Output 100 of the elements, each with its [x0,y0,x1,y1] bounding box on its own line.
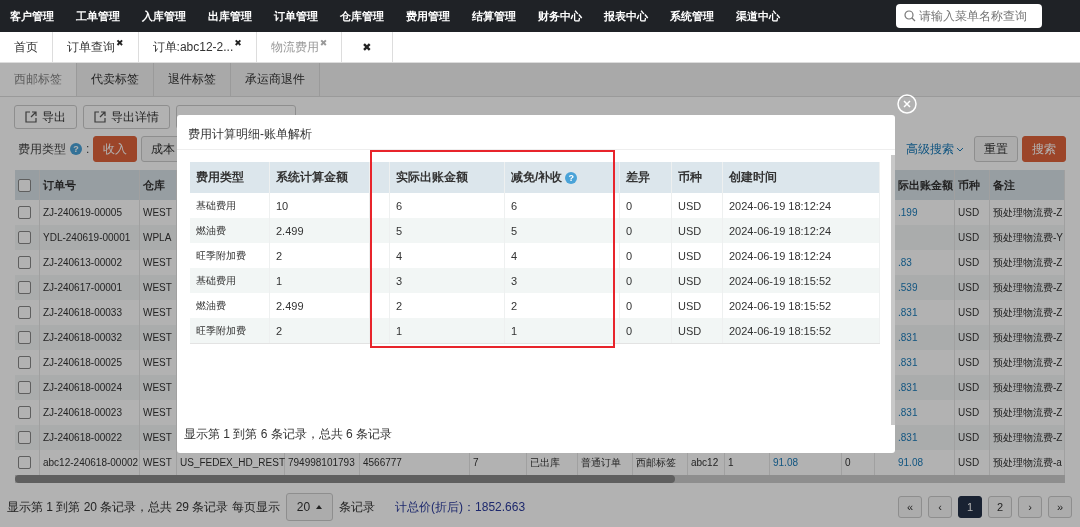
page-tab[interactable]: ✖ [342,32,393,62]
pagination-button[interactable]: 2 [988,496,1012,518]
sub-tab[interactable]: 承运商退件 [231,63,320,96]
table-cell: USD [955,225,990,250]
table-cell: 3 [511,274,518,287]
column-header: 差异 [626,169,650,186]
row-checkbox[interactable] [18,306,31,319]
table-cell: 4 [511,249,518,262]
column-header: 创建时间 [729,169,777,186]
select-all-checkbox[interactable] [18,178,31,192]
table-cell: 2 [511,299,518,312]
nav-menu-item[interactable]: 出库管理 [208,8,252,24]
row-checkbox[interactable] [18,356,31,369]
nav-menu-item[interactable]: 系统管理 [670,8,714,24]
table-cell: 2.499 [276,299,304,312]
table-cell: 0 [626,274,633,287]
table-cell: 10 [276,199,289,212]
nav-menu-item[interactable]: 财务中心 [538,8,582,24]
column-header: 费用类型 [196,169,244,186]
nav-menu-item[interactable]: 结算管理 [472,8,516,24]
table-cell: 预处理物流费-Z [990,375,1065,400]
row-checkbox[interactable] [18,406,31,419]
table-cell: ZJ-240618-00024 [40,375,140,400]
table-cell: 0 [626,249,633,262]
nav-menu-item[interactable]: 渠道中心 [736,8,780,24]
table-cell: .831 [898,307,918,318]
nav-menu-item[interactable]: 客户管理 [10,8,54,24]
table-cell: 燃油费 [196,298,226,313]
table-cell: ZJ-240618-00032 [40,325,140,350]
table-cell: USD [678,224,702,237]
table-cell: 2 [276,249,283,262]
nav-menu-item[interactable]: 费用管理 [406,8,450,24]
table-cell: 旺季附加费 [196,248,246,263]
total-price: 计总价(折后)：1852.663 [395,498,526,516]
scrollbar-thumb[interactable] [891,155,895,425]
chevron-icon [956,146,964,152]
table-cell: USD [955,425,990,450]
table-cell: 2024-06-19 18:15:52 [729,299,832,312]
table-cell: 4566777 [363,457,402,468]
table-cell: 预处理物流费-Z [990,275,1065,300]
table-cell: 2024-06-19 18:12:24 [729,249,832,262]
table-cell: 2 [276,324,283,337]
row-checkbox[interactable] [18,456,31,469]
pagination-button[interactable]: » [1048,496,1072,518]
export-button[interactable]: 导出详情 [83,105,170,129]
nav-menu-item[interactable]: 订单管理 [274,8,318,24]
table-cell: 预处理物流费-Z [990,425,1065,450]
table-cell: .831 [898,407,918,418]
table-cell: .831 [898,357,918,368]
table-cell: 2024-06-19 18:15:52 [729,274,832,287]
export-button[interactable]: 导出 [14,105,77,129]
reset-button[interactable]: 重置 [974,136,1018,162]
table-cell: 预处理物流费-Y [990,225,1065,250]
nav-menu-item[interactable]: 仓库管理 [340,8,384,24]
sub-tab[interactable]: 退件标签 [154,63,231,96]
table-cell: 3 [396,274,403,287]
row-checkbox[interactable] [18,231,31,244]
table-cell: USD [955,275,990,300]
table-cell: USD [955,325,990,350]
table-cell: .831 [898,382,918,393]
row-checkbox[interactable] [18,431,31,444]
column-header: 减免/补收 [511,169,563,186]
page-tab[interactable]: 首页 [0,32,53,62]
table-cell: USD [678,299,702,312]
pagination-button[interactable]: › [1018,496,1042,518]
row-checkbox[interactable] [18,206,31,219]
advanced-search-link[interactable]: 高级搜索 [906,140,964,158]
table-cell: 普通订单 [581,455,621,470]
pagination-button[interactable]: ‹ [928,496,952,518]
column-header: 币种 [678,169,702,186]
row-checkbox[interactable] [18,256,31,269]
table-cell: USD [678,324,702,337]
table-cell: 6 [396,199,403,212]
records-summary: 显示第 1 到第 20 条记录，总共 29 条记录 每页显示 [7,498,280,516]
pagination-button[interactable]: « [898,496,922,518]
menu-search-field[interactable]: 请输入菜单名称查询 [896,4,1042,28]
page-size-select[interactable]: 20 [285,493,334,521]
page-tab[interactable]: 订单:abc12-2...$^{✖}$ [138,32,257,62]
table-cell: .539 [898,282,918,293]
page-tab[interactable]: 订单查询$^{✖}$ [53,32,139,62]
table-cell: 2024-06-19 18:12:24 [729,224,832,237]
nav-menu-item[interactable]: 报表中心 [604,8,648,24]
close-icon[interactable] [897,94,917,114]
column-header: 币种 [955,170,990,200]
row-checkbox[interactable] [18,331,31,344]
table-cell: US_FEDEX_HD_REST [180,457,286,468]
pagination-button[interactable]: 1 [958,496,982,518]
nav-menu-item[interactable]: 工单管理 [76,8,120,24]
row-checkbox[interactable] [18,381,31,394]
scrollbar-thumb[interactable] [15,475,675,483]
nav-menu-item[interactable]: 入库管理 [142,8,186,24]
colon-text: : [86,142,90,156]
sub-tab[interactable]: 代卖标签 [77,63,154,96]
filter-label: 费用类型 [18,140,66,158]
export-icon [94,111,106,123]
table-cell: ZJ-240618-00022 [40,425,140,450]
table-cell: 5 [396,224,403,237]
table-cell: .83 [898,257,912,268]
table-cell: 已出库 [530,455,560,470]
row-checkbox[interactable] [18,281,31,294]
